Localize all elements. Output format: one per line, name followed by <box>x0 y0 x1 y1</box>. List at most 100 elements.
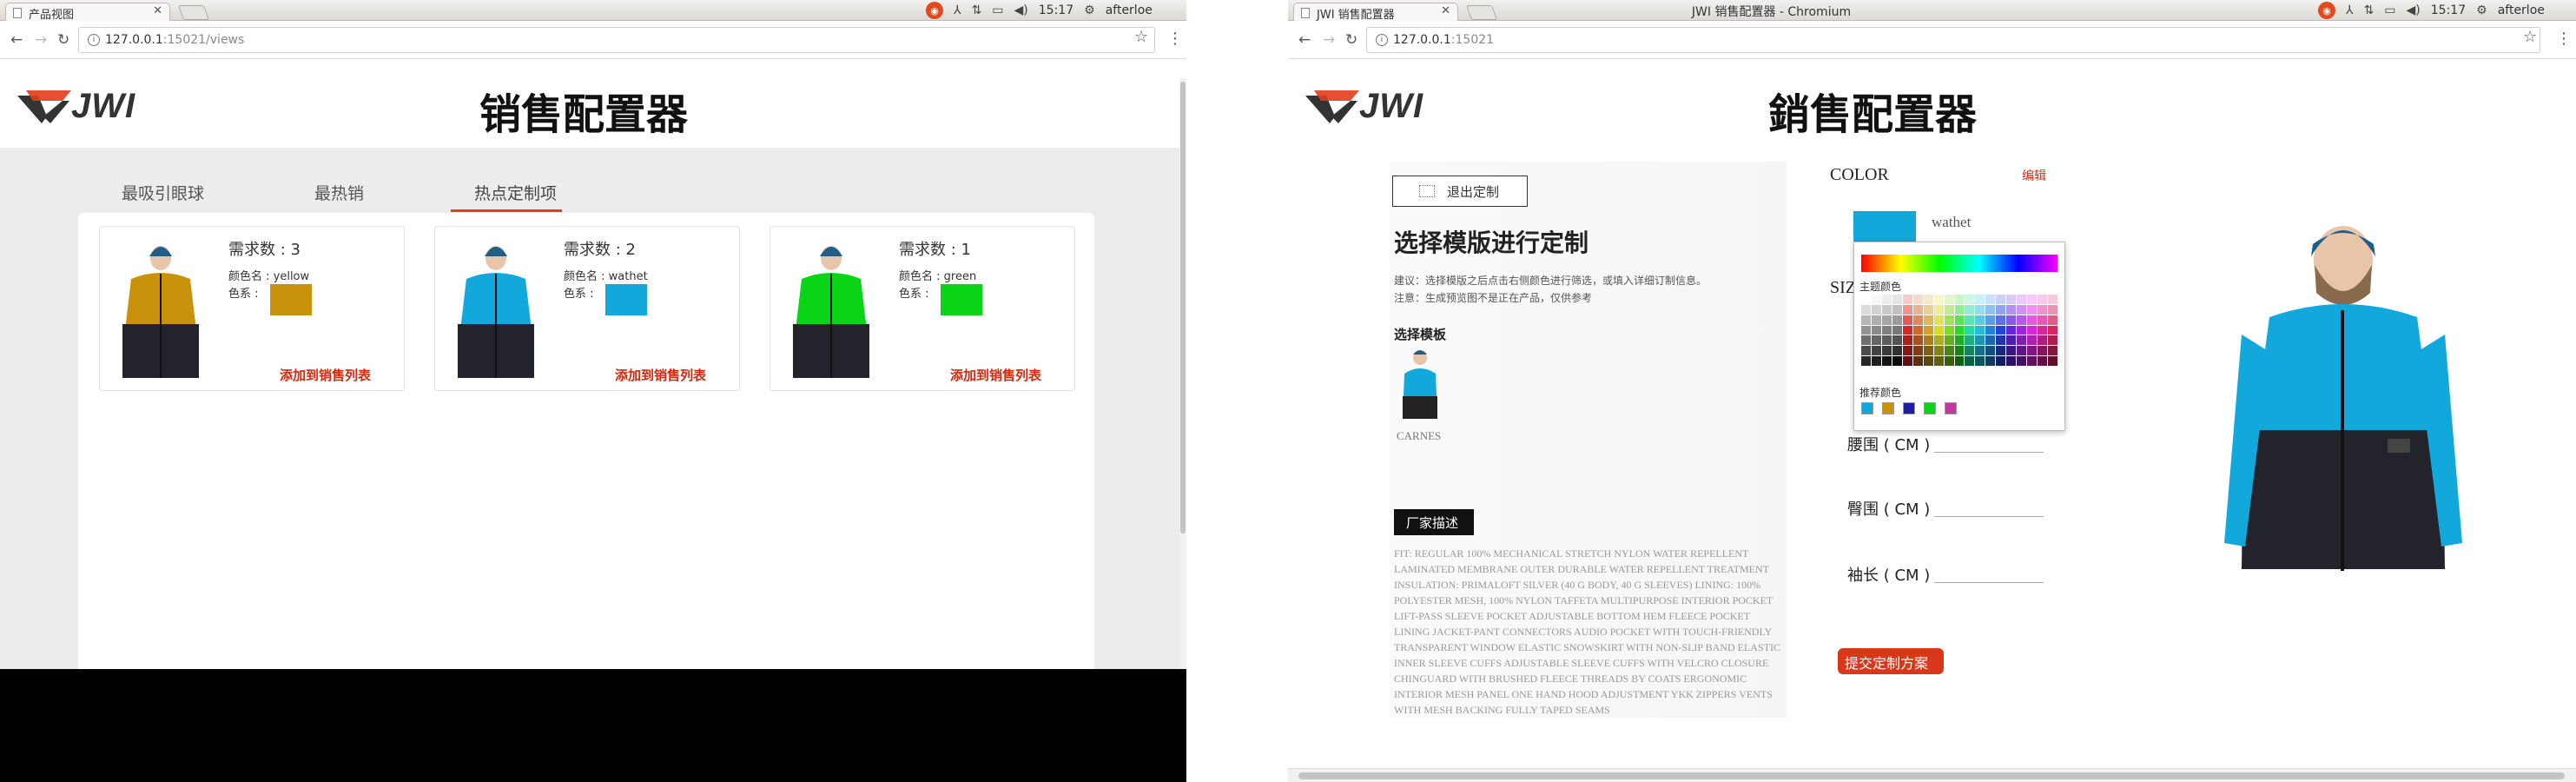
new-tab-button[interactable] <box>1465 5 1498 20</box>
back-arrow-icon[interactable]: ← <box>10 31 23 49</box>
palette-cell[interactable] <box>1954 335 1965 346</box>
horizontal-scrollbar[interactable] <box>1288 768 2576 782</box>
palette-cell[interactable] <box>1923 295 1933 304</box>
palette-cell[interactable] <box>1933 356 1944 366</box>
network-icon[interactable]: ⇅ <box>972 3 982 17</box>
palette-cell[interactable] <box>2006 315 2017 325</box>
palette-cell[interactable] <box>1944 325 1954 335</box>
clock[interactable]: 15:17 <box>1039 3 1073 17</box>
palette-cell[interactable] <box>1985 325 1996 335</box>
palette-cell[interactable] <box>1965 335 1975 346</box>
palette-cell[interactable] <box>1933 325 1944 335</box>
palette-cell[interactable] <box>1912 295 1923 304</box>
hue-spectrum-bar[interactable] <box>1861 255 2057 272</box>
palette-cell[interactable] <box>2017 304 2027 315</box>
palette-cell[interactable] <box>1954 315 1965 325</box>
palette-cell[interactable] <box>1965 346 1975 356</box>
palette-cell[interactable] <box>2027 295 2038 304</box>
palette-cell[interactable] <box>2017 325 2027 335</box>
palette-cell[interactable] <box>2027 315 2038 325</box>
palette-cell[interactable] <box>1892 315 1902 325</box>
tab-eye-catching[interactable]: 最吸引眼球 <box>122 181 204 204</box>
palette-cell[interactable] <box>1996 335 2006 346</box>
palette-cell[interactable] <box>1923 325 1933 335</box>
palette-cell[interactable] <box>1985 315 1996 325</box>
palette-cell[interactable] <box>2017 295 2027 304</box>
palette-cell[interactable] <box>1965 315 1975 325</box>
palette-cell[interactable] <box>1975 325 1985 335</box>
palette-cell[interactable] <box>1996 315 2006 325</box>
user-name[interactable]: afterloe <box>1106 3 1153 17</box>
palette-cell[interactable] <box>1965 304 1975 315</box>
palette-cell[interactable] <box>1975 304 1985 315</box>
sleeve-input-line[interactable] <box>1934 582 2044 583</box>
add-to-sales-list-link[interactable]: 添加到销售列表 <box>615 366 706 384</box>
palette-cell[interactable] <box>1923 346 1933 356</box>
palette-cell[interactable] <box>1912 304 1923 315</box>
palette-cell[interactable] <box>2048 315 2057 325</box>
palette-cell[interactable] <box>2048 335 2057 346</box>
palette-cell[interactable] <box>1861 346 1871 356</box>
palette-cell[interactable] <box>1892 304 1902 315</box>
palette-cell[interactable] <box>2048 346 2057 356</box>
battery-icon[interactable]: ▭ <box>2384 3 2395 17</box>
close-tab-icon[interactable]: ✕ <box>153 4 162 17</box>
palette-cell[interactable] <box>1871 315 1881 325</box>
palette-cell[interactable] <box>2038 356 2048 366</box>
palette-cell[interactable] <box>1933 304 1944 315</box>
palette-cell[interactable] <box>1861 325 1871 335</box>
palette-cell[interactable] <box>1975 356 1985 366</box>
palette-cell[interactable] <box>1881 304 1892 315</box>
palette-cell[interactable] <box>1975 335 1985 346</box>
palette-cell[interactable] <box>1954 346 1965 356</box>
input-method-icon[interactable]: ⅄ <box>954 3 961 17</box>
palette-cell[interactable] <box>1902 335 1912 346</box>
bookmark-star-icon[interactable]: ☆ <box>1134 28 1148 46</box>
current-color-swatch[interactable] <box>1853 211 1916 244</box>
palette-cell[interactable] <box>1954 356 1965 366</box>
palette-cell[interactable] <box>2006 356 2017 366</box>
palette-cell[interactable] <box>1881 335 1892 346</box>
palette-cell[interactable] <box>1881 346 1892 356</box>
volume-icon[interactable]: ◀) <box>1014 3 1028 17</box>
gear-icon[interactable]: ⚙ <box>2476 3 2487 17</box>
palette-cell[interactable] <box>1881 295 1892 304</box>
palette-cell[interactable] <box>1912 315 1923 325</box>
input-method-icon[interactable]: ⅄ <box>2346 3 2354 17</box>
palette-cell[interactable] <box>1933 315 1944 325</box>
palette-cell[interactable] <box>2048 304 2057 315</box>
recommended-color-swatch[interactable] <box>1882 402 1894 414</box>
palette-cell[interactable] <box>1985 346 1996 356</box>
palette-cell[interactable] <box>1871 346 1881 356</box>
menu-dots-icon[interactable]: ⋮ <box>1167 30 1183 48</box>
palette-cell[interactable] <box>2038 346 2048 356</box>
palette-cell[interactable] <box>1861 304 1871 315</box>
palette-cell[interactable] <box>1871 304 1881 315</box>
palette-cell[interactable] <box>1996 295 2006 304</box>
palette-cell[interactable] <box>2006 335 2017 346</box>
palette-cell[interactable] <box>1933 346 1944 356</box>
palette-cell[interactable] <box>1965 295 1975 304</box>
user-name[interactable]: afterloe <box>2498 3 2545 17</box>
recommended-color-swatch[interactable] <box>1945 402 1957 414</box>
palette-cell[interactable] <box>2017 315 2027 325</box>
palette-cell[interactable] <box>1985 356 1996 366</box>
palette-cell[interactable] <box>1985 335 1996 346</box>
vertical-scrollbar[interactable] <box>1179 78 1186 669</box>
palette-cell[interactable] <box>1861 356 1871 366</box>
tab-hot-custom[interactable]: 热点定制项 <box>474 181 557 204</box>
palette-cell[interactable] <box>1944 304 1954 315</box>
palette-cell[interactable] <box>1965 325 1975 335</box>
palette-cell[interactable] <box>2006 325 2017 335</box>
palette-cell[interactable] <box>1975 295 1985 304</box>
palette-cell[interactable] <box>2038 304 2048 315</box>
scrollbar-thumb[interactable] <box>1180 82 1186 533</box>
template-thumbnail[interactable] <box>1397 348 1443 422</box>
info-icon[interactable]: i <box>1376 34 1388 46</box>
url-field[interactable]: i 127.0.0.1:15021/views <box>78 27 1155 53</box>
back-arrow-icon[interactable]: ← <box>1298 31 1311 49</box>
palette-cell[interactable] <box>2006 346 2017 356</box>
palette-cell[interactable] <box>1933 335 1944 346</box>
palette-cell[interactable] <box>1944 295 1954 304</box>
tab-best-selling[interactable]: 最热销 <box>314 181 364 204</box>
